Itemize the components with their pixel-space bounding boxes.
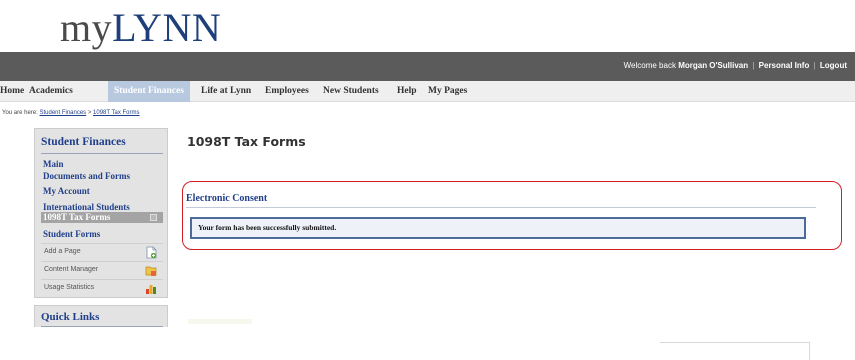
faint-placeholder	[188, 319, 252, 324]
tool-add-a-page[interactable]: Add a Page	[41, 243, 163, 261]
page-title: 1098T Tax Forms	[187, 134, 306, 149]
usage-statistics-icon	[146, 285, 156, 294]
sidebar-item-student-forms[interactable]: Student Forms	[43, 229, 100, 239]
breadcrumb-prefix: You are here:	[2, 110, 38, 116]
tool-usage-statistics[interactable]: Usage Statistics	[41, 279, 163, 297]
logout-link[interactable]: Logout	[820, 61, 847, 70]
tool-content-manager[interactable]: Content Manager	[41, 261, 163, 279]
nav-home[interactable]: Home	[0, 81, 24, 102]
top-bar: Welcome back Morgan O'Sullivan | Persona…	[0, 52, 855, 81]
content-manager-icon	[145, 266, 157, 276]
nav-student-finances[interactable]: Student Finances	[108, 81, 190, 102]
nav-help[interactable]: Help	[397, 81, 417, 102]
sidebar: Student Finances Main Documents and Form…	[34, 128, 168, 298]
logo-name: LYNN	[112, 5, 222, 50]
breadcrumb-student-finances[interactable]: Student Finances	[39, 110, 86, 116]
breadcrumb: You are here: Student Finances > 1098T T…	[2, 110, 140, 116]
sidebar-divider	[41, 153, 163, 154]
sidebar-item-main[interactable]: Main	[43, 159, 64, 169]
nav-academics[interactable]: Academics	[29, 81, 73, 102]
breadcrumb-separator: >	[87, 110, 92, 116]
sidebar-title: Student Finances	[41, 136, 126, 148]
welcome-separator-1: |	[752, 61, 755, 70]
welcome-separator-2: |	[813, 61, 816, 70]
logo-prefix: my	[60, 5, 113, 50]
nav-my-pages[interactable]: My Pages	[428, 81, 467, 102]
sidebar-item-documents-and-forms[interactable]: Documents and Forms	[43, 171, 130, 181]
tool-label-add-a-page: Add a Page	[44, 248, 81, 255]
main-nav: Home Academics Student Finances Life at …	[0, 81, 855, 102]
highlight-annotation	[182, 181, 842, 250]
breadcrumb-1098t-tax-forms[interactable]: 1098T Tax Forms	[93, 110, 139, 116]
welcome-area: Welcome back Morgan O'Sullivan | Persona…	[624, 61, 847, 70]
bottom-right-panel	[660, 342, 810, 360]
quick-links-title[interactable]: Quick Links	[41, 311, 99, 323]
personal-info-link[interactable]: Personal Info	[759, 61, 810, 70]
sidebar-selected-label: 1098T Tax Forms	[43, 212, 111, 222]
tool-label-content-manager: Content Manager	[44, 266, 99, 273]
quick-links-box: Quick Links	[34, 305, 168, 327]
sidebar-item-1098t-tax-forms[interactable]: 1098T Tax Forms	[41, 212, 163, 223]
tool-label-usage-statistics: Usage Statistics	[44, 284, 95, 291]
mylynn-logo[interactable]: myLYNN	[60, 4, 221, 51]
user-name: Morgan O'Sullivan	[678, 61, 749, 70]
add-page-icon	[146, 246, 157, 259]
nav-life-at-lynn[interactable]: Life at Lynn	[201, 81, 251, 102]
quick-links-divider	[41, 326, 163, 327]
sidebar-item-my-account[interactable]: My Account	[43, 186, 90, 196]
sidebar-item-international-students[interactable]: International Students	[43, 202, 130, 212]
nav-new-students[interactable]: New Students	[323, 81, 379, 102]
welcome-prefix: Welcome back	[623, 61, 676, 70]
nav-employees[interactable]: Employees	[265, 81, 309, 102]
collapse-box-icon[interactable]	[150, 214, 157, 221]
